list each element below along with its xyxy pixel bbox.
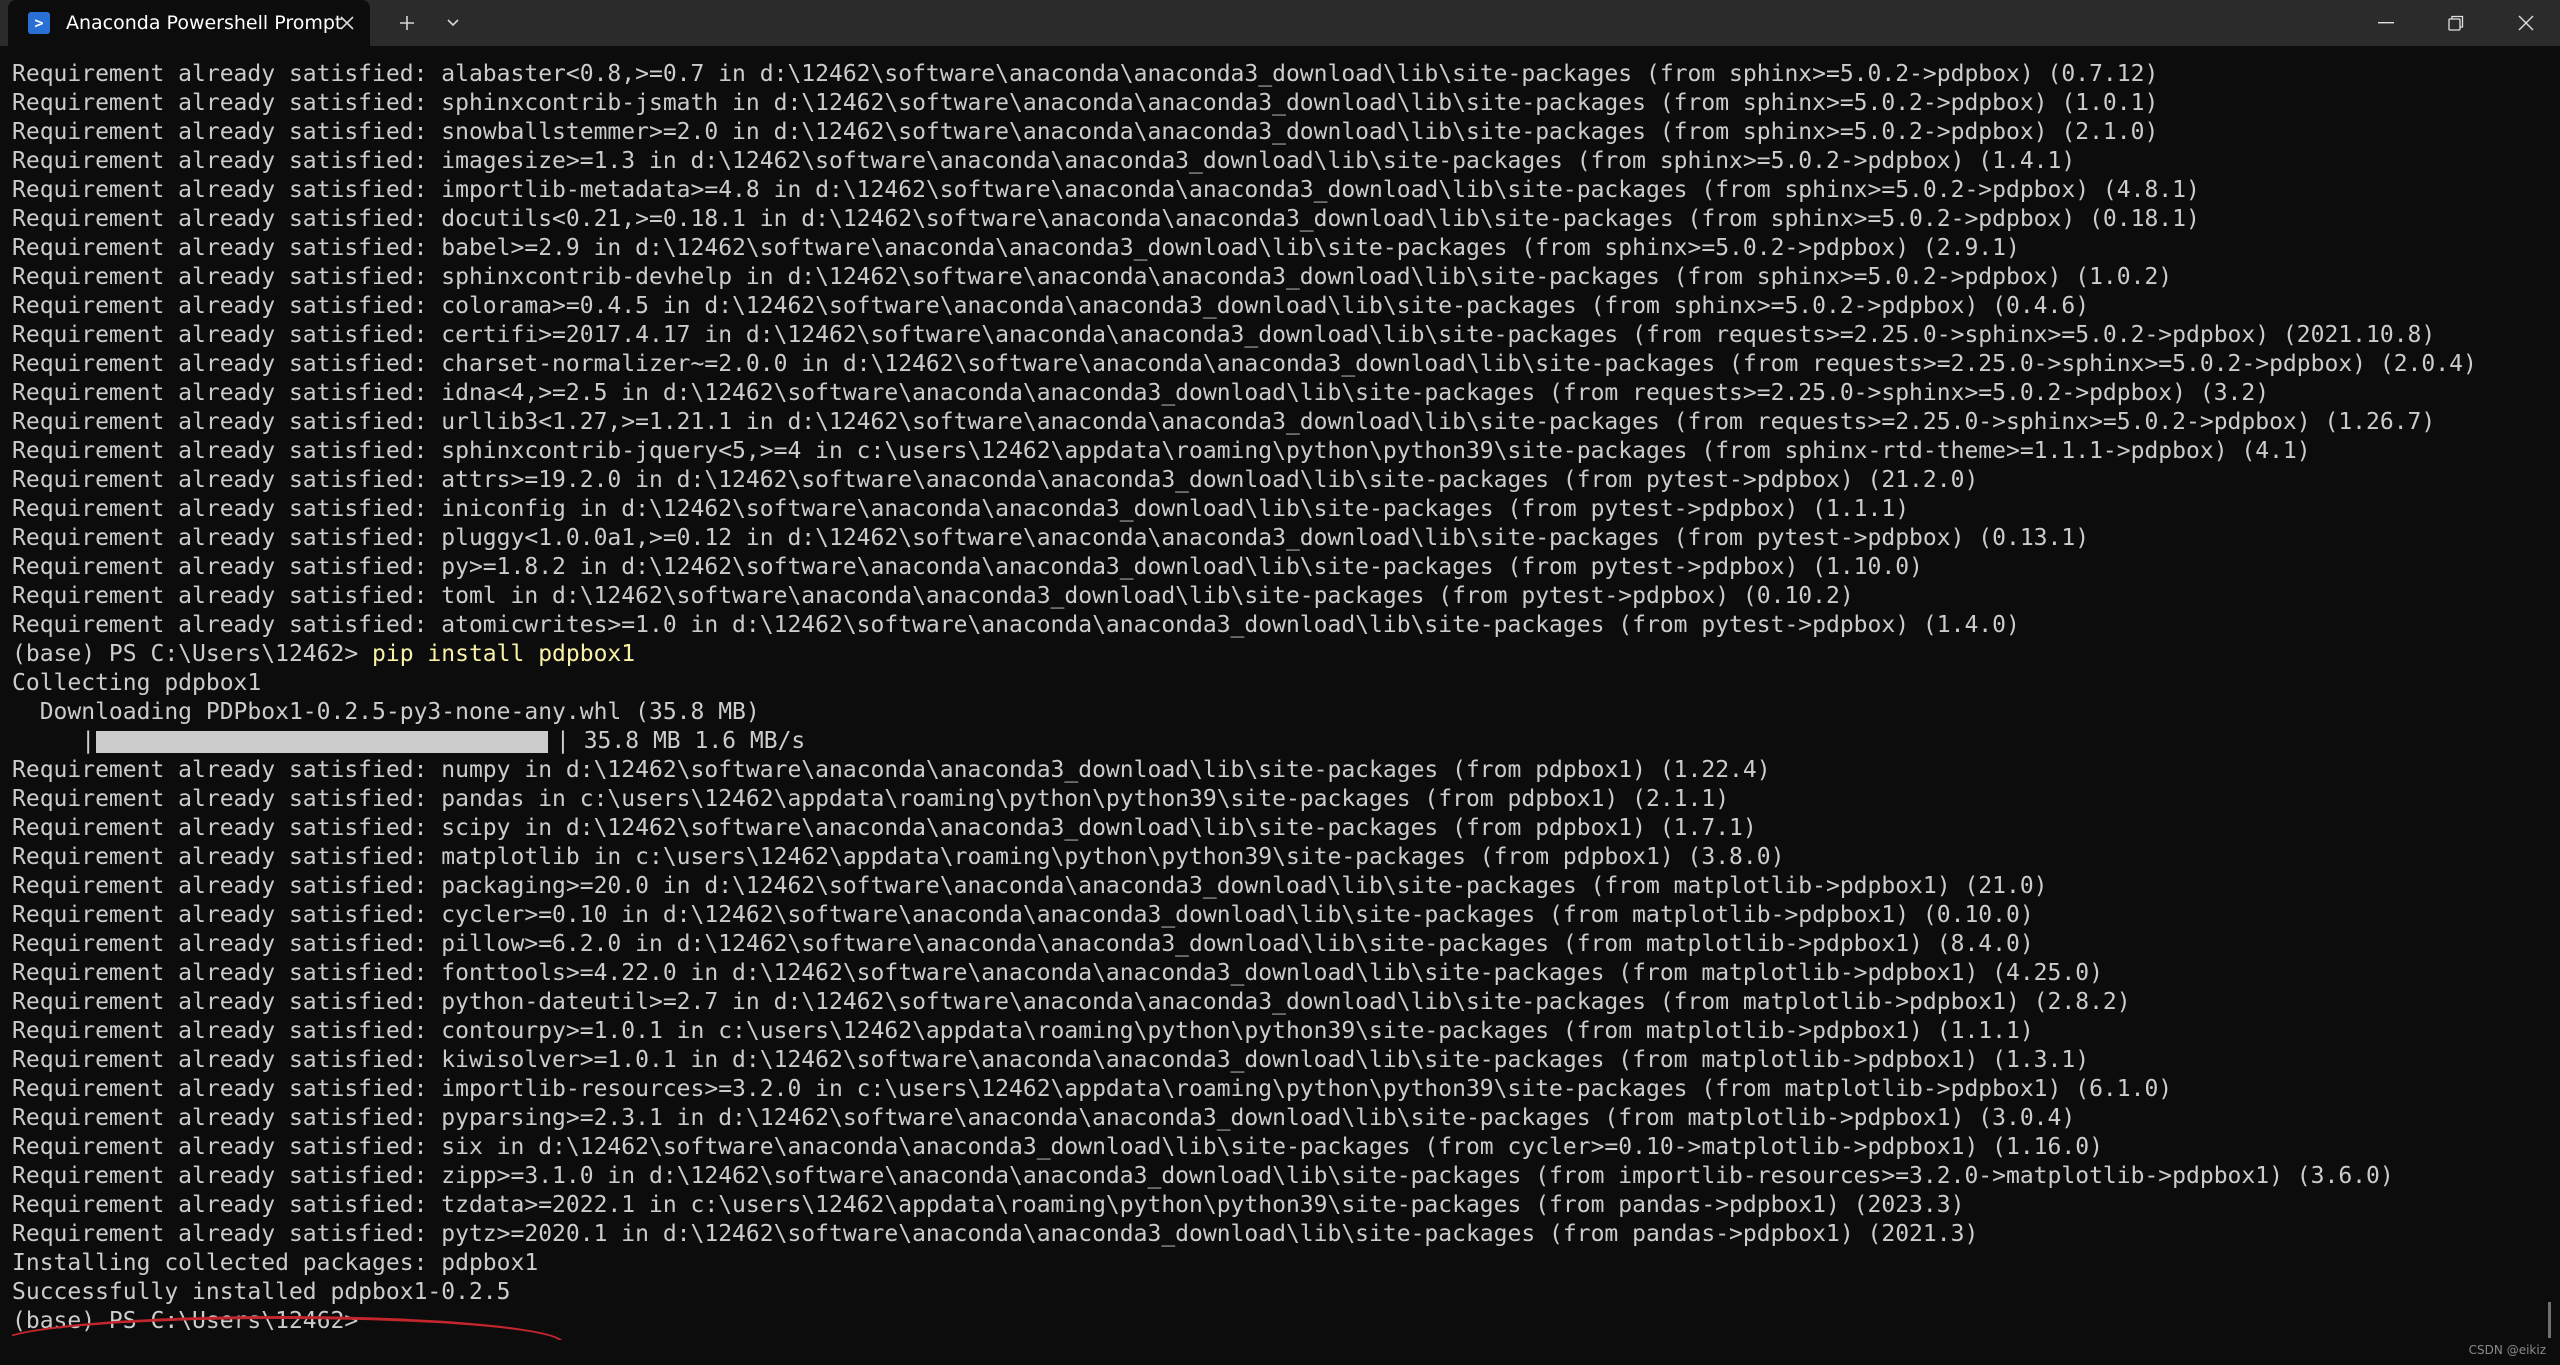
output-line: Requirement already satisfied: zipp>=3.1… bbox=[12, 1163, 2394, 1189]
output-line: Requirement already satisfied: tzdata>=2… bbox=[12, 1192, 1965, 1218]
progress-bar bbox=[96, 731, 548, 753]
collecting-line: Collecting pdpbox1 bbox=[12, 670, 262, 696]
output-line: Requirement already satisfied: babel>=2.… bbox=[12, 235, 2020, 261]
output-line: Requirement already satisfied: snowballs… bbox=[12, 119, 2159, 145]
output-line: Requirement already satisfied: matplotli… bbox=[12, 844, 1785, 870]
output-line: Requirement already satisfied: kiwisolve… bbox=[12, 1047, 2090, 1073]
tab-anaconda-powershell[interactable]: > Anaconda Powershell Prompt bbox=[8, 0, 370, 46]
chevron-down-icon[interactable] bbox=[440, 10, 466, 36]
output-line: Requirement already satisfied: pandas in… bbox=[12, 786, 1730, 812]
output-block-after: Requirement already satisfied: numpy in … bbox=[12, 756, 2548, 1249]
title-bar: > Anaconda Powershell Prompt bbox=[0, 0, 2560, 46]
output-line: Requirement already satisfied: scipy in … bbox=[12, 815, 1757, 841]
output-line: Requirement already satisfied: sphinxcon… bbox=[12, 438, 2311, 464]
output-line: Requirement already satisfied: iniconfig… bbox=[12, 496, 1910, 522]
output-line: Requirement already satisfied: sphinxcon… bbox=[12, 90, 2159, 116]
tab-title: Anaconda Powershell Prompt bbox=[66, 12, 343, 34]
output-line: Requirement already satisfied: certifi>=… bbox=[12, 322, 2436, 348]
output-line: Requirement already satisfied: six in d:… bbox=[12, 1134, 2103, 1160]
output-line: Requirement already satisfied: idna<4,>=… bbox=[12, 380, 2270, 406]
progress-bar-left-edge: | bbox=[12, 728, 96, 754]
output-line: Requirement already satisfied: atomicwri… bbox=[12, 612, 2020, 638]
command-text: pip install pdpbox1 bbox=[372, 641, 636, 667]
output-line: Requirement already satisfied: numpy in … bbox=[12, 757, 1771, 783]
output-line: Requirement already satisfied: pyparsing… bbox=[12, 1105, 2076, 1131]
output-line: Requirement already satisfied: sphinxcon… bbox=[12, 264, 2173, 290]
scrollbar-thumb[interactable] bbox=[2548, 1302, 2551, 1338]
output-line: Requirement already satisfied: pytz>=202… bbox=[12, 1221, 1979, 1247]
installing-line: Installing collected packages: pdpbox1 bbox=[12, 1250, 539, 1276]
output-line: Requirement already satisfied: alabaster… bbox=[12, 61, 2159, 87]
tab-close-icon[interactable] bbox=[334, 10, 360, 36]
watermark: CSDN @eikiz bbox=[2468, 1343, 2546, 1357]
output-line: Requirement already satisfied: imagesize… bbox=[12, 148, 2076, 174]
output-line: Requirement already satisfied: importlib… bbox=[12, 1076, 2173, 1102]
output-line: Requirement already satisfied: cycler>=0… bbox=[12, 902, 2034, 928]
progress-text: | 35.8 MB 1.6 MB/s bbox=[556, 728, 806, 754]
output-line: Requirement already satisfied: charset-n… bbox=[12, 351, 2477, 377]
command-line: (base) PS C:\Users\12462> pip install pd… bbox=[12, 640, 2548, 669]
powershell-icon: > bbox=[28, 12, 50, 34]
close-window-button[interactable] bbox=[2492, 0, 2560, 46]
prompt: (base) PS C:\Users\12462> bbox=[12, 641, 373, 667]
output-line: Requirement already satisfied: attrs>=19… bbox=[12, 467, 1979, 493]
output-line: Requirement already satisfied: packaging… bbox=[12, 873, 2048, 899]
new-tab-icon[interactable] bbox=[392, 10, 422, 36]
output-block-before: Requirement already satisfied: alabaster… bbox=[12, 60, 2548, 640]
output-line: Requirement already satisfied: pluggy<1.… bbox=[12, 525, 2090, 551]
output-line: Requirement already satisfied: py>=1.8.2… bbox=[12, 554, 1923, 580]
output-line: Requirement already satisfied: colorama>… bbox=[12, 293, 2090, 319]
restore-button[interactable] bbox=[2422, 0, 2490, 46]
downloading-line: Downloading PDPbox1-0.2.5-py3-none-any.w… bbox=[12, 699, 760, 725]
output-line: Requirement already satisfied: docutils<… bbox=[12, 206, 2200, 232]
output-line: Requirement already satisfied: urllib3<1… bbox=[12, 409, 2436, 435]
terminal-output[interactable]: Requirement already satisfied: alabaster… bbox=[12, 60, 2548, 1340]
final-prompt: (base) PS C:\Users\12462> bbox=[12, 1308, 359, 1334]
output-line: Requirement already satisfied: python-da… bbox=[12, 989, 2131, 1015]
output-line: Requirement already satisfied: toml in d… bbox=[12, 583, 1854, 609]
output-line: Requirement already satisfied: contourpy… bbox=[12, 1018, 2034, 1044]
output-line: Requirement already satisfied: importlib… bbox=[12, 177, 2200, 203]
minimize-button[interactable] bbox=[2352, 0, 2420, 46]
output-line: Requirement already satisfied: fonttools… bbox=[12, 960, 2103, 986]
success-line: Successfully installed pdpbox1-0.2.5 bbox=[12, 1279, 511, 1305]
progress-line: | | 35.8 MB 1.6 MB/s bbox=[12, 727, 2548, 756]
output-line: Requirement already satisfied: pillow>=6… bbox=[12, 931, 2034, 957]
